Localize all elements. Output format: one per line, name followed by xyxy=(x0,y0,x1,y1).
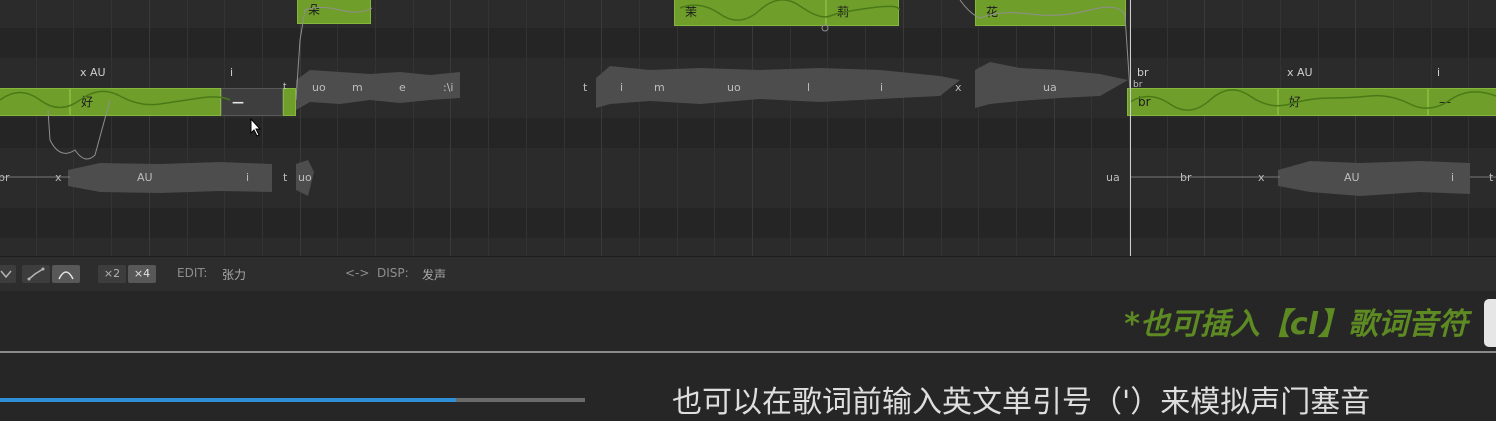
phoneme-label: i xyxy=(880,81,884,94)
video-progress-bar[interactable] xyxy=(0,398,585,402)
phoneme-label: x xyxy=(1258,171,1265,184)
phoneme-label: uo xyxy=(312,81,326,94)
phoneme-label: br xyxy=(1180,171,1192,184)
phoneme-label: br xyxy=(1133,80,1143,90)
lower-panel: *也可插入【cl】歌词音符 也可以在歌词前输入英文单引号（'）来模拟声门塞音 xyxy=(0,291,1496,420)
phoneme-label: t xyxy=(283,82,287,92)
phoneme-label: e xyxy=(399,81,406,94)
phoneme-label: x AU xyxy=(80,66,106,79)
phoneme-label: AU xyxy=(1344,171,1360,184)
multiplier-x2-button[interactable]: ×2 xyxy=(98,265,126,283)
disp-label: DISP: xyxy=(377,266,409,280)
phoneme-label: br xyxy=(1137,66,1149,79)
edit-param-select[interactable]: 张力 xyxy=(222,266,246,283)
video-progress-fill xyxy=(0,398,457,402)
phoneme-label: :\i xyxy=(443,81,454,94)
curve-arc-icon[interactable] xyxy=(52,265,80,283)
phoneme-label: m xyxy=(352,81,363,94)
phoneme-label: ua xyxy=(1106,171,1120,184)
multiplier-x4-button[interactable]: ×4 xyxy=(128,265,156,283)
tip-caption: *也可插入【cl】歌词音符 xyxy=(1124,307,1468,342)
video-subtitle: 也可以在歌词前输入英文单引号（'）来模拟声门塞音 xyxy=(672,385,1371,420)
param-toolbar: ×2 ×4 EDIT: 张力 <-> DISP: 发声 xyxy=(0,256,1496,292)
disp-param-select[interactable]: 发声 xyxy=(422,266,446,283)
phoneme-label: t xyxy=(583,81,588,94)
phoneme-label: i xyxy=(1451,171,1455,184)
playhead[interactable] xyxy=(1130,0,1131,256)
pitch-curve-layer xyxy=(0,0,1496,160)
phoneme-label: x AU xyxy=(1287,66,1313,79)
phoneme-label: br xyxy=(0,171,10,184)
phoneme-label: m xyxy=(654,81,665,94)
curve-down-icon[interactable] xyxy=(0,265,16,283)
phoneme-label: i xyxy=(246,171,250,184)
swap-arrows-icon[interactable]: <-> xyxy=(345,266,369,280)
piano-roll-editor[interactable]: 朵 茉 莉 花 好 — br 好 — x AU i t br x AU i uo… xyxy=(0,0,1496,256)
phoneme-label: l xyxy=(807,81,811,94)
phoneme-label: x xyxy=(55,171,62,184)
phoneme-label: AU xyxy=(137,171,153,184)
curve-line-icon[interactable] xyxy=(22,265,50,283)
phoneme-label: i xyxy=(230,66,234,79)
phoneme-label: uo xyxy=(727,81,741,94)
divider xyxy=(0,351,1496,353)
mouse-cursor-icon xyxy=(250,118,262,137)
phoneme-label: i xyxy=(1437,66,1441,79)
phoneme-label: ua xyxy=(1043,81,1057,94)
phoneme-label: i xyxy=(620,81,624,94)
phoneme-label: x xyxy=(955,81,962,94)
phoneme-label: t xyxy=(1489,171,1494,184)
phoneme-label: uo xyxy=(298,171,312,184)
edit-label: EDIT: xyxy=(177,266,208,280)
overlay-handle xyxy=(1484,299,1496,347)
phoneme-label: t xyxy=(283,171,288,184)
